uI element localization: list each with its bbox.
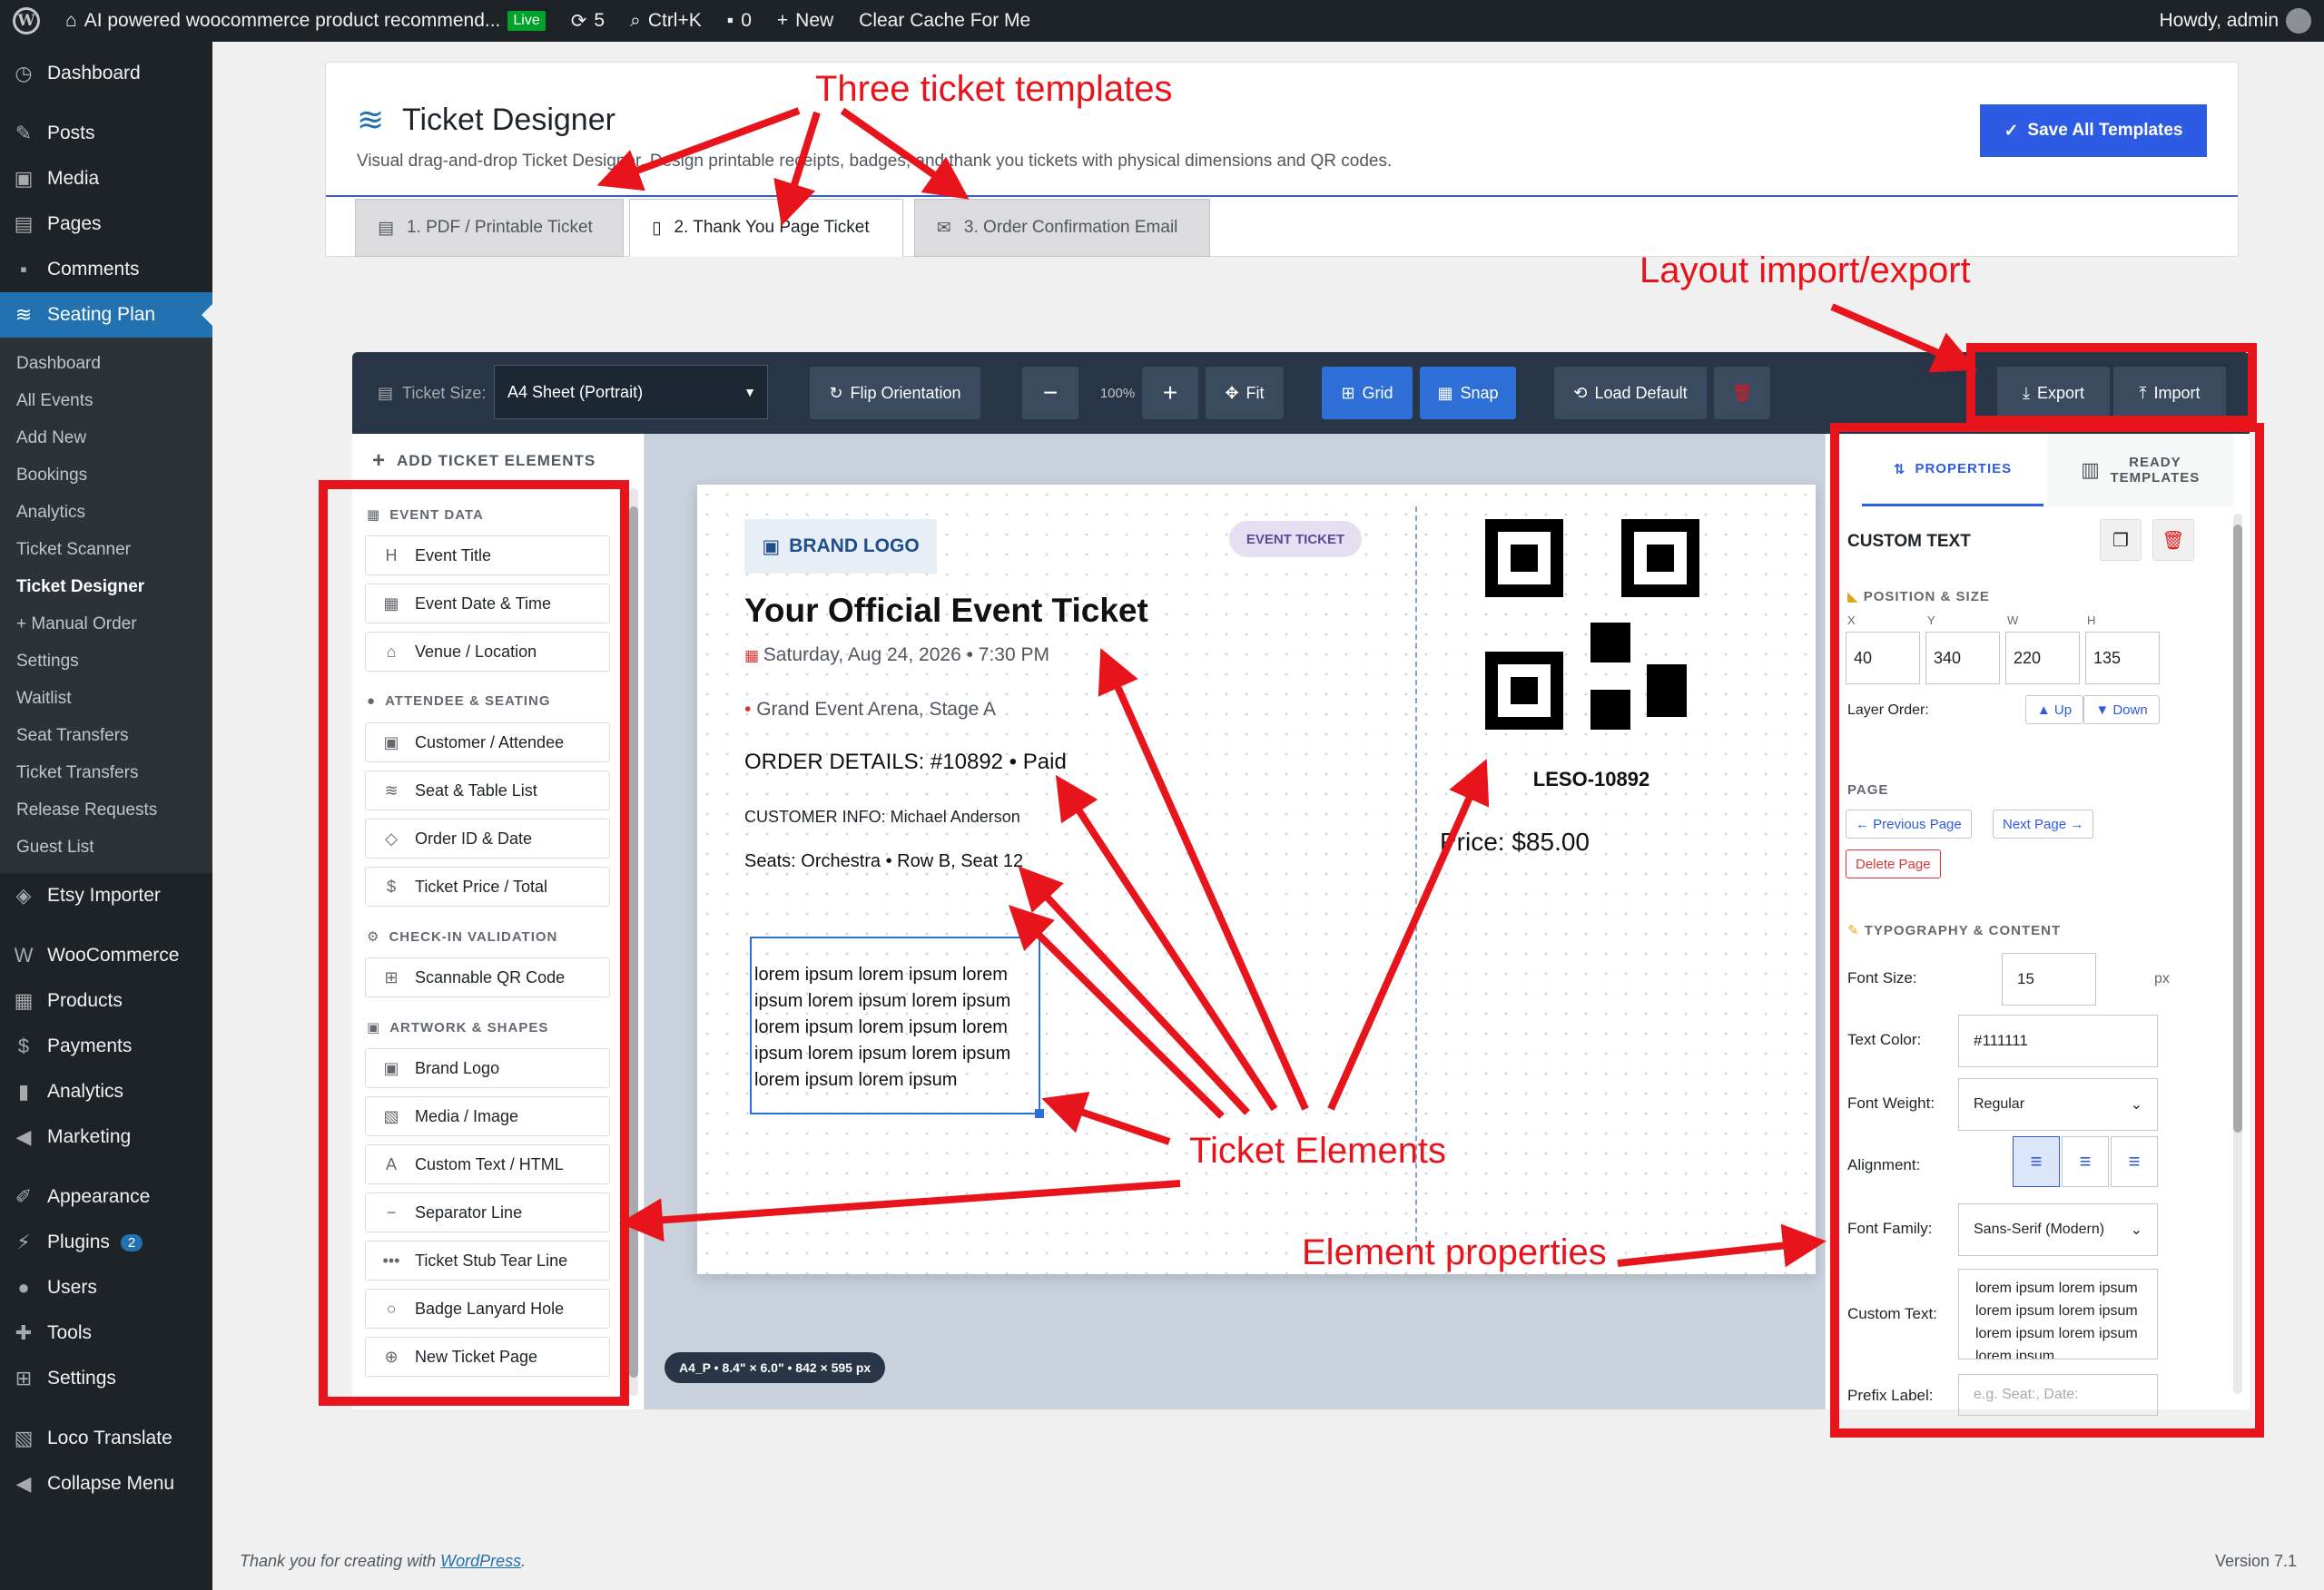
annotation-arrows [596,107,1978,1268]
